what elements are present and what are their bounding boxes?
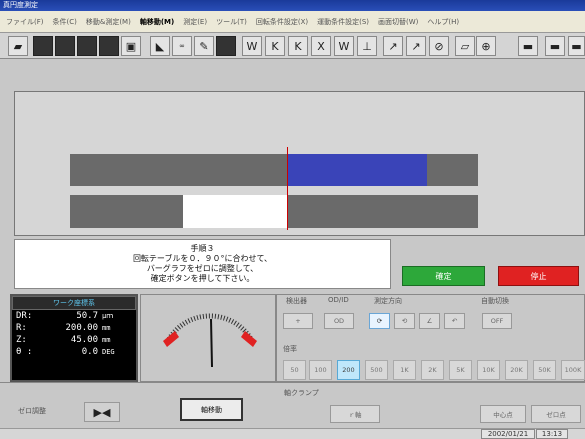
magnification-20k-button[interactable]: 20K xyxy=(505,360,528,380)
bar-graph-frame xyxy=(14,91,585,236)
od-id-group-label: OD/ID xyxy=(327,296,350,304)
r-axis-button[interactable]: ｒ軸 xyxy=(330,405,380,423)
wave-x-icon[interactable]: X xyxy=(311,36,331,56)
block-icon[interactable] xyxy=(77,36,97,56)
title-bar: 真円度測定 xyxy=(0,0,585,11)
menu-axis-move[interactable]: 軸移動(M) xyxy=(140,17,174,27)
menu-motion-settings[interactable]: 運動条件設定(S) xyxy=(317,17,369,27)
wave-k-icon[interactable]: K xyxy=(265,36,285,56)
coordinate-row-dr: DR: 50.7 μｍ xyxy=(16,311,114,321)
block-icon[interactable] xyxy=(55,36,75,56)
status-time: 13:13 xyxy=(536,429,568,439)
status-date: 2002/01/21 xyxy=(481,429,535,439)
magnification-100-button[interactable]: 100 xyxy=(309,360,332,380)
instruction-line: 回転テーブルを０．９０°に合わせて、 xyxy=(132,254,273,263)
menu-tools[interactable]: ツール(T) xyxy=(216,17,247,27)
magnification-1k-button[interactable]: 1K xyxy=(393,360,416,380)
frame-icon[interactable]: ▣ xyxy=(121,36,141,56)
axis-clamp-label: 軸クランプ xyxy=(284,389,319,397)
ccw-arrow-icon: ⟲ xyxy=(401,317,408,325)
menu-screen-switch[interactable]: 画面切替(W) xyxy=(378,17,418,27)
direction-angle-button[interactable]: ∠ xyxy=(419,313,440,329)
coordinate-row-r: R: 200.00 mm xyxy=(16,323,111,333)
instruction-step: 手順３ xyxy=(190,244,215,253)
analog-meter-panel xyxy=(140,294,276,382)
export-icon[interactable]: ⊕ xyxy=(476,36,496,56)
analog-meter-icon xyxy=(163,313,257,368)
magnification-label: 倍率 xyxy=(282,344,298,354)
menu-move-measure[interactable]: 移動&測定(M) xyxy=(86,17,131,27)
pen-icon[interactable]: ✎ xyxy=(194,36,214,56)
wave-k2-icon[interactable]: K xyxy=(288,36,308,56)
menu-file[interactable]: ファイル(F) xyxy=(6,17,44,27)
magnification-10k-button[interactable]: 10K xyxy=(477,360,500,380)
menu-help[interactable]: ヘルプ(H) xyxy=(427,17,459,27)
magnification-500-button[interactable]: 500 xyxy=(365,360,388,380)
confirm-button[interactable]: 確定 xyxy=(402,266,485,286)
zero-adjust-arrows-icon: ▶◀ xyxy=(93,405,111,419)
direction-ccw-button[interactable]: ⟲ xyxy=(394,313,415,329)
stop-button[interactable]: 停止 xyxy=(498,266,579,286)
menu-bar: ファイル(F) 条件(C) 移動&測定(M) 軸移動(M) 測定(E) ツール(… xyxy=(0,11,585,33)
magnification-50k-button[interactable]: 50K xyxy=(533,360,556,380)
instruction-box: 手順３ 回転テーブルを０．９０°に合わせて、 バーグラフをゼロに調整して、 確定… xyxy=(14,239,391,289)
zero-adjust-label: ゼロ調整 xyxy=(18,407,46,415)
axis-move-button[interactable]: 軸移動 xyxy=(180,398,243,421)
probe-plus-button[interactable]: + xyxy=(283,313,313,329)
angle-icon: ∠ xyxy=(426,317,433,325)
magnification-5k-button[interactable]: 5K xyxy=(449,360,472,380)
zero-marker xyxy=(287,147,288,230)
wave-w-icon[interactable]: W xyxy=(242,36,262,56)
toolbar: ▰ ▣ ◣ ∞ ✎ W K K X W ⊥ ↗ ↗ ⊘ ▱ ⊕ ▬ ▬ ▬ xyxy=(0,33,585,59)
instruction-line: 確定ボタンを押して下さい。 xyxy=(150,274,255,283)
direction-group-label: 測定方向 xyxy=(373,296,403,306)
wave-w2-icon[interactable]: W xyxy=(334,36,354,56)
menu-condition[interactable]: 条件(C) xyxy=(53,17,77,27)
block-icon[interactable] xyxy=(216,36,236,56)
eraser-icon[interactable]: ▱ xyxy=(455,36,475,56)
open-icon[interactable]: ▰ xyxy=(8,36,28,56)
auto-range-group-label: 自動切換 xyxy=(480,296,510,306)
auto-range-off-button[interactable]: OFF xyxy=(482,313,512,329)
window-icon[interactable]: ▬ xyxy=(545,36,565,56)
magnification-200-button[interactable]: 200 xyxy=(337,360,360,380)
edit-icon[interactable]: ⊘ xyxy=(429,36,449,56)
od-button[interactable]: OD xyxy=(324,313,354,329)
magnification-2k-button[interactable]: 2K xyxy=(421,360,444,380)
direction-reverse-button[interactable]: ↶ xyxy=(444,313,465,329)
zero-adjust-button[interactable]: ▶◀ xyxy=(84,402,120,422)
center-point-button[interactable]: 中心点 xyxy=(480,405,526,423)
coordinate-row-z: Z: 45.00 mm xyxy=(16,335,111,345)
coordinate-row-theta: θ :0.0 DEG xyxy=(16,347,115,357)
window-icon[interactable]: ▬ xyxy=(568,36,585,56)
bar-graph-fill-upper xyxy=(288,154,427,186)
work-coordinate-panel: ワーク座標系 DR: 50.7 μｍ R: 200.00 mm Z: 45.00 mm θ … xyxy=(10,294,138,382)
reverse-icon: ↶ xyxy=(451,317,458,325)
window-icon[interactable]: ▬ xyxy=(518,36,538,56)
arrow-up-right-icon[interactable]: ↗ xyxy=(383,36,403,56)
direction-cw-button[interactable]: ⟳ xyxy=(369,313,390,329)
zero-point-button[interactable]: ゼロ点 xyxy=(531,405,581,423)
block-icon[interactable] xyxy=(33,36,53,56)
menu-measure[interactable]: 測定(E) xyxy=(183,17,207,27)
app-window: 真円度測定 ファイル(F) 条件(C) 移動&測定(M) 軸移動(M) 測定(E… xyxy=(0,0,585,439)
probe-group-label: 検出器 xyxy=(285,296,308,306)
menu-rotation-settings[interactable]: 回転条件設定(X) xyxy=(256,17,308,27)
arrow-up-right-icon[interactable]: ↗ xyxy=(406,36,426,56)
magnification-50-button[interactable]: 50 xyxy=(283,360,306,380)
probe-icon[interactable]: ◣ xyxy=(150,36,170,56)
magnification-100k-button[interactable]: 100K xyxy=(561,360,585,380)
bar-graph-fill-lower xyxy=(183,195,288,228)
block-icon[interactable] xyxy=(99,36,119,56)
coordinate-header: ワーク座標系 xyxy=(12,296,136,310)
settings-icon[interactable]: ∞ xyxy=(172,36,192,56)
instruction-line: バーグラフをゼロに調整して、 xyxy=(146,264,259,273)
cw-arrow-icon: ⟳ xyxy=(376,317,383,325)
wave-tall-icon[interactable]: ⊥ xyxy=(357,36,377,56)
